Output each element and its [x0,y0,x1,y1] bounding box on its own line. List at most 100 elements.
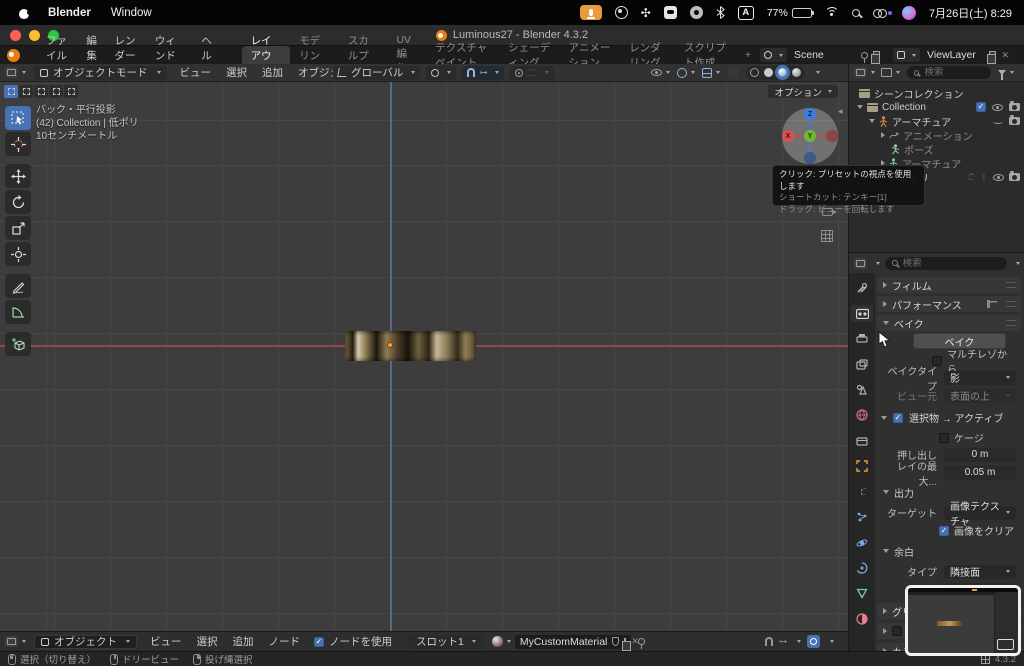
tool-scale[interactable] [5,216,31,240]
scene-name-field[interactable]: Scene [789,48,885,64]
app-status-icon[interactable]: ✣ [641,7,651,19]
xray-toggle[interactable] [727,66,739,79]
freestyle-checkbox[interactable] [892,626,902,636]
tab-world[interactable] [851,407,873,424]
fast-user-switch-icon[interactable] [872,7,892,19]
viewlayer-name-field[interactable]: ViewLayer ✕ [922,48,1014,64]
tab-constraints[interactable] [851,560,873,577]
tab-uv-editing[interactable]: UV編集 [387,34,426,75]
snap-magnet-icon[interactable] [765,637,773,646]
extrusion-value-slider[interactable]: 0 m [944,447,1016,462]
properties-search[interactable] [885,256,1007,270]
select-mode-subtract-button[interactable] [34,85,48,98]
battery-indicator[interactable]: 77% [767,7,814,19]
gizmo-axis-y[interactable]: Y [804,130,816,142]
expand-icon[interactable] [857,105,863,109]
select-mode-intersect-button[interactable] [64,85,78,98]
node-menu-node[interactable]: ノード [269,634,301,649]
visibility-dropdown[interactable] [651,69,670,76]
shading-wireframe-button[interactable] [750,68,759,77]
new-viewlayer-button[interactable] [987,51,997,64]
target-dropdown[interactable]: 画像テクスチャ [944,502,1016,528]
tab-texture-paint[interactable]: テクスチャペイント [426,42,499,69]
tab-layout[interactable]: レイアウト [241,35,291,77]
properties-options-dropdown[interactable] [1016,261,1020,265]
options-dropdown[interactable]: オプション [768,85,838,99]
clear-image-checkbox[interactable]: ✓ [939,525,949,536]
shading-dropdown[interactable] [816,71,820,74]
eye-closed-icon[interactable] [993,119,1003,124]
material-name-field[interactable]: MyCustomMaterial ✕ [514,634,639,651]
overlay-toggle[interactable] [807,635,820,648]
siri-icon[interactable] [901,5,916,20]
viewport-menu-view[interactable]: ビュー [180,65,212,80]
wifi-icon[interactable] [824,7,839,18]
scene-browse-button[interactable] [760,48,787,62]
tool-move[interactable] [5,164,31,188]
view-from-dropdown[interactable]: 表面の上 [944,388,1016,403]
material-browse-button[interactable] [491,636,511,647]
expand-icon[interactable] [881,132,885,138]
overlays-dropdown[interactable] [702,67,720,78]
snap-mode-icon[interactable]: ⊶ [779,637,787,646]
screen-preview-overlay[interactable] [905,585,1021,656]
tab-tool[interactable] [851,279,873,296]
region-collapse-arrow[interactable]: ◂ [838,106,843,117]
tool-rotate[interactable] [5,190,31,214]
editor-type-viewport-icon[interactable] [5,67,18,78]
panel-bake[interactable]: ベイク [877,315,1022,331]
spotlight-search-icon[interactable] [851,8,860,17]
overlay-dropdown[interactable] [830,640,834,643]
slot-dropdown[interactable]: スロット1 [408,634,484,649]
node-menu-select[interactable]: 選択 [197,634,218,649]
tab-scripting[interactable]: スクリプト作成 [675,42,736,69]
blender-logo-icon[interactable] [7,48,20,62]
outliner-search[interactable] [907,66,991,79]
snap-target-dropdown[interactable] [426,65,457,80]
margin-type-dropdown[interactable]: 隣接面 [944,564,1016,579]
add-workspace-button[interactable]: + [736,46,760,64]
tab-sculpting[interactable]: スカルプト [339,35,388,77]
tab-modifiers[interactable] [851,483,873,500]
viewport-menu-select[interactable]: 選択 [226,65,247,80]
outliner-row-scene-collection[interactable]: シーンコレクション [849,86,1024,101]
hide-eye-icon[interactable] [992,103,1003,111]
new-scene-button[interactable] [871,51,880,64]
object-mode-dropdown[interactable]: オブジェクトモード [34,65,167,80]
max-ray-value-slider[interactable]: 0.05 m [944,465,1016,480]
gizmo-axis-x[interactable]: X [782,130,794,142]
tool-cursor[interactable] [5,132,31,156]
hide-eye-icon[interactable] [993,173,1004,181]
select-mode-extend-button[interactable] [19,85,33,98]
proportional-editing-group[interactable] [510,65,555,80]
navigation-gizmo[interactable]: Z X Y [782,108,838,164]
outliner-row-armature[interactable]: アーマチュア [849,114,1024,129]
menubar-app-name[interactable]: Blender [48,7,91,19]
tool-add-cube[interactable] [5,332,31,356]
disable-render-icon[interactable] [1009,115,1020,125]
gizmo-axis-z-neg[interactable] [804,152,816,164]
bake-type-dropdown[interactable]: 影 [944,370,1016,385]
select-mode-set-button[interactable] [4,85,18,98]
shading-solid-button[interactable] [764,68,773,77]
viewport-3d[interactable]: バック・平行投影 (42) Collection | 低ポリ 10センチメートル… [0,82,848,631]
tool-select-box[interactable] [5,106,31,130]
bluetooth-icon[interactable] [716,6,725,19]
pin-icon[interactable] [861,51,868,63]
tab-object[interactable] [851,458,873,475]
line-app-icon[interactable] [663,6,677,19]
shading-material-button[interactable] [775,65,790,80]
tab-object-data[interactable] [851,585,873,602]
fake-user-shield-icon[interactable] [612,637,620,646]
subpanel-output[interactable]: 出力 [883,485,914,500]
editor-type-shader-icon[interactable] [5,636,18,647]
pin-icon[interactable] [637,638,645,649]
snap-toggle[interactable]: ⊶ [462,65,505,80]
tab-render[interactable] [851,304,873,322]
node-menu-view[interactable]: ビュー [150,634,182,649]
tab-material[interactable] [851,611,873,628]
tool-transform[interactable] [5,242,31,266]
filter-icon[interactable] [998,70,1006,80]
tab-scene[interactable] [851,381,873,398]
cage-checkbox[interactable] [939,432,949,443]
